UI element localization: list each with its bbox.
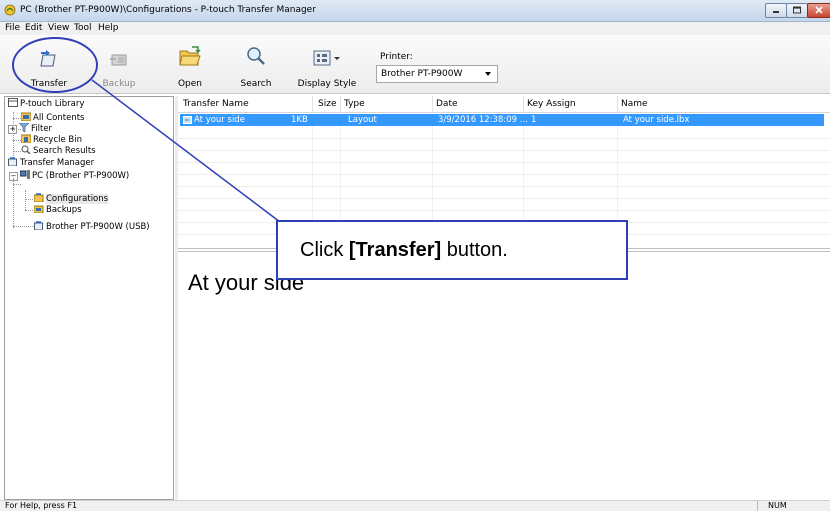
cell-date: 3/9/2016 12:38:09 ... bbox=[438, 115, 528, 125]
title-bar: PC (Brother PT-P900W)\Configurations - P… bbox=[0, 0, 830, 22]
tree-label: Brother PT-P900W (USB) bbox=[46, 222, 150, 232]
library-icon bbox=[8, 98, 18, 107]
column-header-name[interactable]: Name bbox=[621, 99, 648, 109]
minimize-button[interactable] bbox=[765, 3, 787, 18]
tree-label: Recycle Bin bbox=[33, 135, 83, 145]
minimize-icon bbox=[773, 11, 779, 13]
menu-edit[interactable]: Edit bbox=[25, 23, 42, 33]
tree-label: Transfer Manager bbox=[20, 158, 95, 168]
column-header-date[interactable]: Date bbox=[436, 99, 458, 109]
status-bar: For Help, press F1 NUM bbox=[0, 500, 830, 511]
backup-icon bbox=[110, 54, 127, 66]
printer-select-value: Brother PT-P900W bbox=[381, 69, 463, 79]
tree-label: All Contents bbox=[33, 113, 85, 123]
table-row[interactable]: At your side 1KB Layout 3/9/2016 12:38:0… bbox=[180, 114, 824, 126]
pc-icon bbox=[20, 170, 30, 179]
recycle-bin-icon bbox=[21, 134, 31, 143]
menu-bar: File Edit View Tool Help bbox=[0, 22, 830, 35]
all-contents-icon bbox=[21, 112, 31, 121]
cell-size: 1KB bbox=[291, 115, 308, 125]
tree-item-backups[interactable]: Backups bbox=[34, 204, 82, 215]
menu-file[interactable]: File bbox=[5, 23, 20, 33]
column-header-size[interactable]: Size bbox=[318, 99, 336, 109]
open-folder-icon bbox=[179, 46, 201, 66]
tree-item-filter[interactable]: + Filter bbox=[8, 123, 52, 134]
status-help-text: For Help, press F1 bbox=[5, 501, 78, 510]
open-button[interactable]: Open bbox=[170, 35, 210, 93]
transfer-label: Transfer bbox=[30, 79, 68, 89]
backups-icon bbox=[34, 205, 44, 213]
cell-key-assign: 1 bbox=[531, 115, 537, 125]
collapse-minus-icon[interactable]: − bbox=[9, 172, 18, 181]
backup-button[interactable]: Backup bbox=[94, 35, 144, 93]
status-num-lock: NUM bbox=[768, 501, 787, 510]
backup-label: Backup bbox=[102, 79, 136, 89]
transfer-button[interactable]: Transfer bbox=[24, 35, 74, 93]
filter-icon bbox=[19, 123, 29, 132]
search-results-icon bbox=[21, 145, 31, 154]
search-button[interactable]: Search bbox=[236, 35, 276, 93]
transfer-manager-icon bbox=[8, 157, 17, 166]
printer-transfer-icon bbox=[34, 221, 43, 230]
tree-label: P-touch Library bbox=[20, 99, 85, 109]
display-style-button[interactable]: Display Style bbox=[296, 35, 358, 93]
search-label: Search bbox=[240, 79, 272, 89]
label-preview: At your side bbox=[178, 251, 830, 501]
column-header-transfer-name[interactable]: Transfer Name bbox=[183, 99, 249, 109]
tree-item-usb-printer[interactable]: Brother PT-P900W (USB) bbox=[34, 221, 150, 232]
transfer-icon bbox=[40, 50, 56, 67]
cell-name: At your side.lbx bbox=[623, 115, 690, 125]
tree-label: Configurations bbox=[46, 194, 109, 204]
callout-bold: [Transfer] bbox=[348, 239, 442, 261]
table-header: Transfer Name Size Type Date Key Assign … bbox=[178, 96, 830, 113]
maximize-icon bbox=[793, 6, 801, 14]
cell-type: Layout bbox=[348, 115, 377, 125]
chevron-down-icon bbox=[485, 72, 491, 76]
tree-label: Search Results bbox=[33, 146, 96, 156]
tree-item-ptouch-library[interactable]: P-touch Library bbox=[8, 98, 84, 109]
close-button[interactable] bbox=[807, 3, 830, 18]
column-header-key-assign[interactable]: Key Assign bbox=[527, 99, 576, 109]
menu-help[interactable]: Help bbox=[98, 23, 119, 33]
display-style-icon bbox=[313, 50, 340, 66]
column-header-type[interactable]: Type bbox=[344, 99, 365, 109]
tree-item-configurations[interactable]: Configurations bbox=[34, 193, 109, 204]
tree-item-pc[interactable]: − PC (Brother PT-P900W) bbox=[9, 170, 129, 181]
library-tree[interactable]: P-touch Library All Contents + Filter Rec… bbox=[4, 96, 174, 500]
menu-tool[interactable]: Tool bbox=[74, 23, 91, 33]
printer-label: Printer: bbox=[380, 52, 413, 62]
app-icon bbox=[4, 4, 16, 16]
menu-view[interactable]: View bbox=[48, 23, 69, 33]
callout-prefix: Click bbox=[300, 239, 349, 261]
cell-transfer-name: At your side bbox=[194, 115, 245, 125]
toolbar: Transfer Backup Open Search Display Styl… bbox=[0, 35, 830, 94]
tree-item-recycle-bin[interactable]: Recycle Bin bbox=[21, 134, 82, 145]
tree-label: PC (Brother PT-P900W) bbox=[32, 171, 130, 181]
tree-item-all-contents[interactable]: All Contents bbox=[21, 112, 84, 123]
expand-plus-icon[interactable]: + bbox=[8, 125, 17, 134]
open-label: Open bbox=[177, 79, 203, 89]
close-icon bbox=[815, 6, 823, 14]
callout-suffix: button. bbox=[441, 239, 508, 261]
maximize-button[interactable] bbox=[786, 3, 808, 18]
search-icon bbox=[247, 47, 265, 65]
display-style-label: Display Style bbox=[297, 79, 357, 89]
tree-item-search-results[interactable]: Search Results bbox=[21, 145, 96, 156]
printer-select[interactable]: Brother PT-P900W bbox=[376, 65, 498, 83]
label-file-icon bbox=[183, 116, 192, 124]
tree-label: Filter bbox=[31, 124, 53, 134]
tree-item-transfer-manager[interactable]: Transfer Manager bbox=[8, 157, 94, 168]
configurations-icon bbox=[34, 193, 44, 202]
window-title: PC (Brother PT-P900W)\Configurations - P… bbox=[20, 5, 316, 15]
tree-label: Backups bbox=[46, 205, 82, 215]
callout-text: Click [Transfer] button. bbox=[300, 239, 508, 262]
instruction-callout: Click [Transfer] button. bbox=[276, 220, 628, 280]
